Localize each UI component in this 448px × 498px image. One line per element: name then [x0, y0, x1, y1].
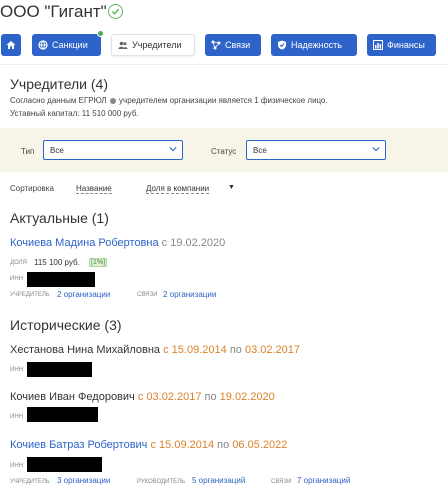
chevron-down-icon: [169, 147, 177, 152]
notification-dot: [97, 30, 104, 37]
status-select-value: Все: [253, 146, 267, 155]
type-filter-label: Тип: [21, 147, 35, 156]
people-icon: [118, 41, 128, 49]
tab-reliability[interactable]: Надежность: [271, 34, 357, 56]
egrul-note-part1: Согласно данным ЕГРЮЛ: [10, 96, 107, 105]
founder-of-link[interactable]: 3 организации: [57, 476, 110, 485]
tab-founders-label: Учредители: [132, 40, 182, 50]
current-founders-title: Актуальные (1): [10, 210, 109, 226]
globe-icon: [38, 40, 48, 50]
home-icon: [6, 41, 16, 49]
egrul-note-part2: учредителем организации является 1 физич…: [119, 96, 328, 105]
tab-finances[interactable]: Финансы: [367, 34, 436, 56]
inn-label: инн: [10, 367, 23, 373]
inn-label: инн: [10, 414, 23, 420]
network-icon: [211, 40, 221, 50]
founder-to: 19.02.2020: [219, 391, 275, 403]
authorized-capital: Уставный капитал: 11 510 000 руб.: [10, 109, 139, 118]
tab-links-label: Связи: [225, 40, 251, 50]
head-of-link[interactable]: 5 организаций: [192, 476, 245, 485]
sort-desc-icon: ▼: [228, 184, 235, 191]
filter-panel: Тип Все Статус Все: [0, 128, 448, 172]
divider: [0, 64, 448, 65]
shield-icon: [278, 40, 286, 50]
sort-by-name[interactable]: Название: [76, 184, 112, 194]
tab-sanctions[interactable]: Санкции: [32, 30, 104, 56]
founder-of-link[interactable]: 2 организации: [57, 290, 110, 299]
founder-to-word: по: [217, 439, 230, 451]
share-percent-badge: [1%]: [89, 258, 108, 267]
company-title: ООО "Гигант": [0, 2, 107, 21]
links-label: связи: [271, 479, 292, 485]
founder-name: Кочиев Иван Федорович: [10, 391, 135, 403]
egrul-note: Согласно данным ЕГРЮЛ учредителем органи…: [10, 96, 328, 105]
tab-founders[interactable]: Учредители: [111, 34, 195, 56]
founder-since: с 19.02.2020: [161, 237, 226, 249]
verified-check-icon: [108, 4, 123, 19]
founder-to: 03.02.2017: [244, 344, 301, 356]
tab-links[interactable]: Связи: [205, 34, 261, 56]
historical-founder-2: Кочиев Иван Федорович с 03.02.2017 по 19…: [10, 391, 275, 403]
historical-founder-1: Хестанова Нина Михайловна с 15.09.2014 п…: [10, 344, 300, 356]
tab-finances-label: Финансы: [387, 40, 425, 50]
inn-label: инн: [10, 463, 23, 469]
founder-link[interactable]: Кочиев Батраз Робертович: [10, 439, 147, 451]
founder-of-label: учредитель: [10, 292, 50, 298]
share-value: 115 100 руб.: [34, 258, 80, 267]
founder-to-word: по: [204, 391, 217, 403]
founders-title: Учредители (4): [10, 76, 109, 92]
share-percent: 1%: [92, 259, 104, 266]
home-button[interactable]: [1, 34, 21, 56]
tab-toolbar: Санкции Учредители Связи Надежность Фина…: [0, 30, 448, 58]
historical-founder-3: Кочиев Батраз Робертович с 15.09.2014 по…: [10, 439, 287, 451]
chevron-down-icon: [372, 147, 380, 152]
type-select-value: Все: [50, 146, 64, 155]
founder-to: 06.05.2022: [232, 439, 288, 451]
tab-sanctions-label: Санкции: [52, 40, 88, 50]
redacted-inn: [27, 407, 98, 422]
head-of-label: руководитель: [137, 479, 186, 485]
links-link[interactable]: 7 организаций: [297, 476, 350, 485]
current-founder-name: Кочиева Мадина Робертовна с 19.02.2020: [10, 237, 225, 249]
historical-founders-title: Исторические (3): [10, 317, 122, 333]
sort-label: Сортировка: [10, 184, 54, 193]
links-link[interactable]: 2 организации: [163, 290, 216, 299]
founder-of-label: учредитель: [10, 479, 50, 485]
sort-by-share[interactable]: Доля в компании: [146, 184, 210, 194]
status-select[interactable]: Все: [246, 140, 386, 160]
redacted-inn: [27, 272, 95, 287]
bar-chart-icon: [373, 40, 383, 50]
founder-from: с 03.02.2017: [137, 391, 202, 403]
redacted-inn: [27, 362, 92, 377]
inn-label: инн: [10, 276, 23, 282]
founder-link[interactable]: Кочиева Мадина Робертовна: [10, 237, 159, 249]
redacted-inn: [27, 457, 102, 472]
type-select[interactable]: Все: [43, 140, 183, 160]
info-icon[interactable]: [109, 97, 116, 104]
tab-reliability-label: Надежность: [291, 40, 342, 50]
founder-from: с 15.09.2014: [163, 344, 227, 356]
page-header: ООО "Гигант": [0, 0, 448, 28]
founder-to-word: по: [229, 344, 242, 356]
founder-from: с 15.09.2014: [150, 439, 215, 451]
share-label: доля: [10, 260, 27, 266]
status-filter-label: Статус: [211, 147, 237, 156]
founder-name: Хестанова Нина Михайловна: [10, 344, 161, 356]
links-label: связи: [137, 292, 158, 298]
